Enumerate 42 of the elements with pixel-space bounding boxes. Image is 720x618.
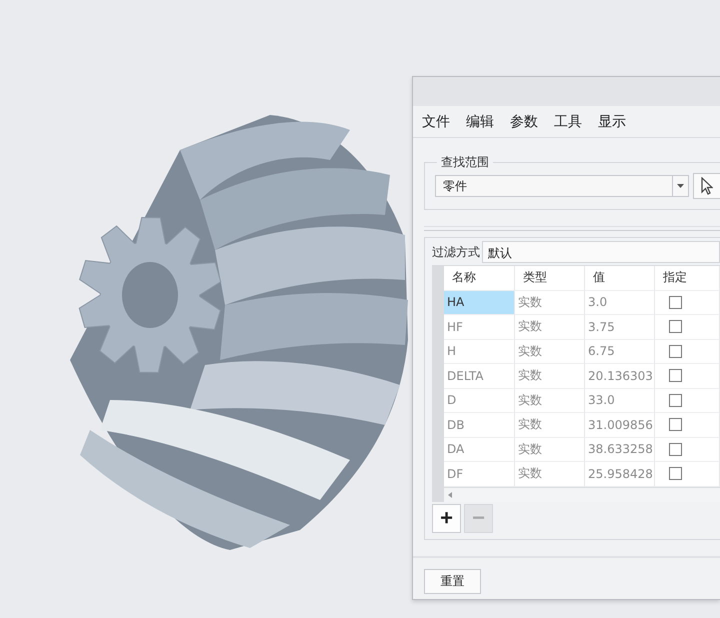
caret-icon bbox=[677, 184, 684, 188]
checkbox[interactable] bbox=[668, 320, 682, 334]
add-button[interactable]: + bbox=[432, 504, 461, 532]
table-cell: 实数 bbox=[515, 315, 585, 340]
scope-dropdown[interactable]: 零件 bbox=[435, 175, 689, 197]
column-header[interactable]: 类型 bbox=[515, 266, 585, 290]
table-cell: 实数 bbox=[515, 364, 585, 388]
table-cell: 20.136303 bbox=[585, 364, 655, 388]
checkbox[interactable] bbox=[668, 467, 682, 480]
table-cell: 实数 bbox=[515, 413, 585, 438]
filter-label: 过滤方式 bbox=[432, 244, 480, 260]
group-label: 查找范围 bbox=[440, 154, 490, 171]
table-cell: 31.009856 bbox=[585, 413, 655, 438]
table-cell: 33.0 bbox=[585, 388, 655, 413]
table-cell: 实数 bbox=[515, 388, 585, 413]
scroll-left-icon[interactable] bbox=[448, 492, 452, 498]
table-cell: 实数 bbox=[515, 438, 585, 462]
table-cell: 6.75 bbox=[585, 340, 655, 364]
column-header[interactable]: 指定 bbox=[655, 266, 720, 290]
menu-item[interactable]: 参数 bbox=[510, 112, 538, 130]
checkbox[interactable] bbox=[668, 394, 682, 407]
checkbox[interactable] bbox=[668, 344, 682, 358]
checkbox[interactable] bbox=[668, 442, 682, 456]
cursor-icon bbox=[701, 177, 713, 195]
table-cell: 实数 bbox=[515, 290, 585, 315]
reset-button[interactable]: 重置 bbox=[424, 568, 481, 594]
menu-item[interactable]: 工具 bbox=[554, 112, 582, 130]
checkbox[interactable] bbox=[668, 296, 682, 309]
table-cell: 实数 bbox=[515, 340, 585, 364]
horizontal-scrollbar[interactable] bbox=[444, 486, 720, 502]
table-cell[interactable]: HA bbox=[444, 290, 515, 315]
table-cell: 38.633258 bbox=[585, 438, 655, 462]
checkbox[interactable] bbox=[668, 418, 682, 432]
menu-item[interactable]: 显示 bbox=[598, 112, 626, 130]
table-cell: 3.75 bbox=[585, 315, 655, 340]
menu-item[interactable]: 编辑 bbox=[466, 112, 494, 130]
table-cell: 3.0 bbox=[585, 290, 655, 315]
menu-item[interactable]: 文件 bbox=[422, 112, 450, 130]
select-button[interactable] bbox=[693, 173, 720, 199]
column-header[interactable]: 值 bbox=[585, 266, 655, 290]
filter-field[interactable]: 默认 bbox=[482, 241, 720, 263]
checkbox[interactable] bbox=[668, 369, 682, 382]
